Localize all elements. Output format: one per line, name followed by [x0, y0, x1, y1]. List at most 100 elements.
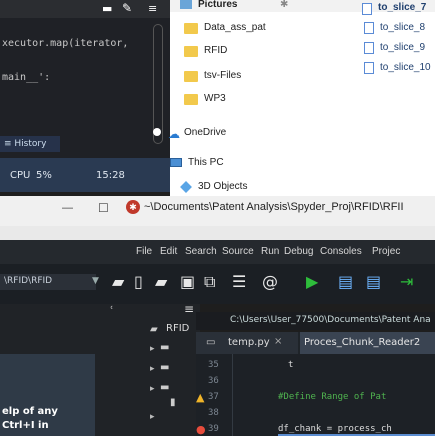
spyder-logo-icon: ✱	[126, 200, 140, 214]
run-icon[interactable]: ▶	[306, 272, 318, 291]
history-label: History	[14, 139, 47, 149]
cpu-label: CPU	[10, 170, 31, 181]
tree-collapse-icon[interactable]: ▸	[150, 344, 155, 354]
pc-icon	[170, 158, 182, 167]
file-icon	[364, 42, 374, 54]
close-icon[interactable]: ×	[274, 336, 282, 347]
history-icon: ≡	[4, 139, 15, 149]
editor-tabs: ▭ temp.py × Proces_Chunk_Reader2	[196, 332, 435, 354]
objects3d-item[interactable]: 3D Objects	[198, 181, 247, 192]
tab-proces-chunk-reader[interactable]: Proces_Chunk_Reader2	[300, 332, 435, 354]
edit-icon[interactable]: ✎	[122, 1, 132, 15]
tab-label: temp.py	[228, 337, 270, 348]
run-file-icon[interactable]: ▤	[338, 272, 353, 291]
minimize-button[interactable]: —	[62, 202, 73, 214]
code-comment: #Define Range of Pat	[278, 392, 387, 402]
scrollbar[interactable]	[153, 24, 163, 144]
folder-item[interactable]: RFID	[204, 45, 227, 56]
maximize-button[interactable]: ☐	[98, 201, 109, 215]
save-icon[interactable]: ▣	[180, 272, 195, 291]
menu-debug[interactable]: Debug	[284, 246, 313, 257]
line-number: 35	[208, 360, 219, 370]
folder-item[interactable]: tsv-Files	[204, 70, 241, 81]
menu-file[interactable]: File	[136, 246, 152, 257]
path-field[interactable]: \RFID\RFID	[0, 274, 96, 290]
history-tab[interactable]: ≡ History	[0, 136, 60, 152]
line-number: 36	[208, 376, 219, 386]
file-icon	[364, 62, 374, 74]
open-file-icon[interactable]: ▰	[155, 272, 167, 291]
tree-file-icon: ▮	[170, 397, 176, 408]
options-icon[interactable]: ≡	[184, 302, 194, 316]
menu-bar: File Edit Search Source Run Debug Consol…	[0, 240, 435, 264]
window-title: ~\Documents\Patent Analysis\Spyder_Proj\…	[144, 201, 404, 213]
tree-folder-icon: ▬	[160, 362, 170, 373]
tree-collapse-icon[interactable]: ▸	[150, 384, 155, 394]
folder-icon	[184, 71, 198, 82]
new-file-icon[interactable]: ▯	[134, 272, 143, 291]
menu-search[interactable]: Search	[185, 246, 217, 257]
pictures-label[interactable]: Pictures	[198, 0, 237, 10]
open-folder-icon[interactable]: ▰	[112, 272, 124, 291]
background-editor-window: ▬ ✎ ≡ xecutor.map(iterator, main__': ≡ H…	[0, 0, 170, 192]
run-cell-advance-icon[interactable]: ⇥	[400, 272, 413, 291]
file-tab-icon: ▭	[206, 337, 216, 348]
code-line: main__':	[2, 72, 51, 83]
code-line: xecutor.map(iterator,	[2, 38, 129, 49]
folder-item[interactable]: Data_ass_pat	[204, 22, 266, 33]
tree-folder-icon: ▬	[160, 342, 170, 353]
tab-temp[interactable]: ▭ temp.py ×	[196, 332, 298, 354]
tab-label: Proces_Chunk_Reader2	[304, 337, 421, 348]
cpu-value: 5%	[36, 170, 52, 181]
menu-source[interactable]: Source	[222, 246, 254, 257]
thispc-item[interactable]: This PC	[188, 157, 224, 168]
file-item[interactable]: to_slice_10	[380, 62, 431, 73]
menu-consoles[interactable]: Consoles	[320, 246, 362, 257]
pin-icon[interactable]: ✱	[280, 0, 288, 10]
onedrive-item[interactable]: OneDrive	[184, 127, 226, 138]
list-icon[interactable]: ☰	[232, 272, 246, 291]
code-line: df_chank = process_ch	[278, 424, 392, 434]
file-icon	[362, 3, 372, 15]
pictures-icon	[180, 0, 192, 9]
folder-item[interactable]: WP3	[204, 93, 226, 104]
tree-collapse-icon[interactable]: ▸	[150, 412, 155, 422]
pin-icon[interactable]: ▬	[102, 2, 112, 15]
warning-icon[interactable]: ▲	[196, 391, 204, 404]
code-editor[interactable]: 35 36 ▲ 37 38 ● 39 t #Define Range of Pa…	[196, 354, 435, 436]
file-item[interactable]: to_slice_9	[380, 42, 425, 53]
status-bar: CPU 5% 15:28	[0, 158, 170, 192]
file-item[interactable]: to_slice_7	[378, 2, 426, 13]
file-path: C:\Users\User_77500\Documents\Patent Ana	[230, 315, 431, 325]
cube-icon	[180, 181, 192, 193]
run-cell-icon[interactable]: ▤	[366, 272, 381, 291]
separator-icon: ʿ	[110, 304, 114, 318]
toolbar: \RFID\RFID ▼ ▰ ▯ ▰ ▣ ⧉ ☰ @ ▶ ▤ ▤ ⇥	[0, 264, 435, 304]
tree-collapse-icon[interactable]: ▸	[150, 364, 155, 374]
menu-run[interactable]: Run	[261, 246, 279, 257]
cloud-icon: ☁	[168, 127, 180, 141]
titlebar-spacer	[0, 226, 435, 240]
at-icon[interactable]: @	[262, 272, 278, 291]
file-path-bar: C:\Users\User_77500\Documents\Patent Ana	[196, 312, 435, 330]
menu-icon[interactable]: ≡	[148, 2, 157, 15]
error-icon[interactable]: ●	[196, 423, 206, 436]
file-item[interactable]: to_slice_8	[380, 22, 425, 33]
help-text: Ctrl+I in	[2, 420, 49, 431]
save-all-icon[interactable]: ⧉	[204, 272, 215, 292]
tree-folder-rfid[interactable]: RFID	[166, 323, 189, 334]
tree-folder-icon: ▬	[160, 382, 170, 393]
scroll-thumb[interactable]	[153, 128, 161, 136]
folder-open-icon: ▰	[150, 324, 158, 335]
dropdown-icon[interactable]: ▼	[92, 276, 99, 286]
menu-edit[interactable]: Edit	[160, 246, 177, 257]
window-titlebar: — ☐ ✱ ~\Documents\Patent Analysis\Spyder…	[0, 196, 435, 226]
help-panel: elp of any Ctrl+I in	[0, 354, 95, 436]
file-explorer-window: Pictures ✱ Data_ass_pat RFID tsv-Files W…	[168, 0, 435, 196]
file-icon	[364, 22, 374, 34]
menu-projects[interactable]: Projec	[372, 246, 400, 257]
help-text: elp of any	[2, 406, 58, 417]
folder-icon	[184, 46, 198, 57]
gutter-divider	[232, 354, 233, 436]
folder-icon	[184, 23, 198, 34]
